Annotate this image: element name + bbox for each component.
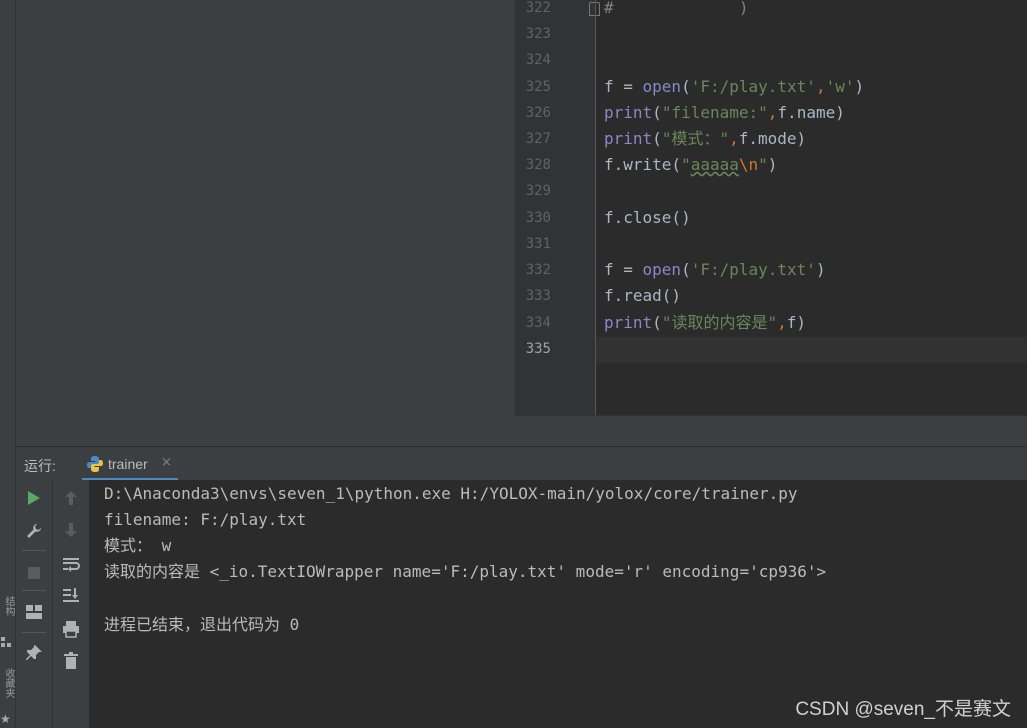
line-number: 329	[525, 183, 551, 199]
arrow-down-icon[interactable]	[64, 522, 78, 542]
console-output[interactable]: D:\Anaconda3\envs\seven_1\python.exe H:/…	[89, 480, 1027, 728]
code-editor[interactable]: 322 323 324 325 326 327 328 329 330 331 …	[515, 0, 1027, 415]
close-icon[interactable]: ×	[161, 455, 172, 470]
code-line[interactable]: f.write("aaaaa\n")	[604, 152, 777, 178]
toolbar-separator	[22, 590, 46, 591]
code-line[interactable]: print("filename:",f.name)	[604, 100, 845, 126]
console-line: 模式： w	[104, 536, 172, 555]
project-panel	[16, 0, 515, 446]
structure-icon[interactable]	[1, 632, 11, 647]
scroll-to-end-icon[interactable]	[62, 587, 80, 607]
line-number: 325	[525, 79, 551, 95]
star-icon[interactable]: ★	[0, 712, 11, 726]
left-tool-strip: 结构 收藏夹 ★	[0, 0, 16, 728]
run-label: 运行:	[24, 458, 56, 474]
run-toolbar-primary	[16, 480, 52, 728]
watermark: CSDN @seven_不是赛文	[795, 699, 1011, 720]
line-number: 326	[525, 105, 551, 121]
wrench-icon[interactable]	[25, 522, 43, 544]
line-number: 334	[525, 315, 551, 331]
favorites-tool-label[interactable]: 收藏夹	[1, 668, 16, 698]
rerun-icon[interactable]	[27, 490, 41, 510]
run-tab-label: trainer	[108, 456, 148, 472]
trash-icon[interactable]	[63, 652, 79, 674]
console-line: D:\Anaconda3\envs\seven_1\python.exe H:/…	[104, 484, 798, 503]
line-number: 322	[525, 0, 551, 16]
console-line: filename: F:/play.txt	[104, 510, 307, 529]
line-number: 328	[525, 157, 551, 173]
arrow-up-icon[interactable]	[64, 490, 78, 510]
print-icon[interactable]	[62, 620, 80, 642]
code-line[interactable]: print("模式：",f.mode)	[604, 126, 806, 152]
current-line-highlight	[596, 337, 1027, 363]
stop-icon[interactable]	[27, 565, 41, 584]
python-icon	[86, 455, 104, 473]
editor-bottom-bar	[515, 415, 1027, 447]
line-number: 324	[525, 52, 551, 68]
run-toolbar-secondary	[52, 480, 89, 728]
toolbar-separator	[22, 632, 46, 633]
code-line[interactable]: f.close()	[604, 205, 691, 231]
structure-tool-label[interactable]: 结构	[1, 596, 16, 616]
console-line: 进程已结束，退出代码为 0	[104, 615, 300, 634]
toolbar-separator	[22, 550, 46, 551]
run-tab-trainer[interactable]: trainer ×	[82, 447, 178, 481]
layout-icon[interactable]	[25, 604, 43, 624]
line-number-gutter: 322 323 324 325 326 327 328 329 330 331 …	[515, 0, 600, 415]
code-line[interactable]: f = open('F:/play.txt','w')	[604, 74, 864, 100]
soft-wrap-icon[interactable]	[62, 556, 80, 576]
line-number: 331	[525, 236, 551, 252]
code-line[interactable]: f.read()	[604, 283, 681, 309]
line-number: 323	[525, 26, 551, 42]
code-line[interactable]: # )	[604, 0, 749, 21]
line-number-current: 335	[525, 341, 551, 357]
line-number: 327	[525, 131, 551, 147]
line-number: 332	[525, 262, 551, 278]
code-line[interactable]: print("读取的内容是",f)	[604, 310, 806, 336]
pin-icon[interactable]	[25, 644, 43, 666]
code-line[interactable]: f = open('F:/play.txt')	[604, 257, 826, 283]
run-tool-window-header: 运行: trainer ×	[16, 446, 1027, 481]
line-number: 333	[525, 288, 551, 304]
console-line: 读取的内容是 <_io.TextIOWrapper name='F:/play.…	[104, 562, 827, 581]
line-number: 330	[525, 210, 551, 226]
